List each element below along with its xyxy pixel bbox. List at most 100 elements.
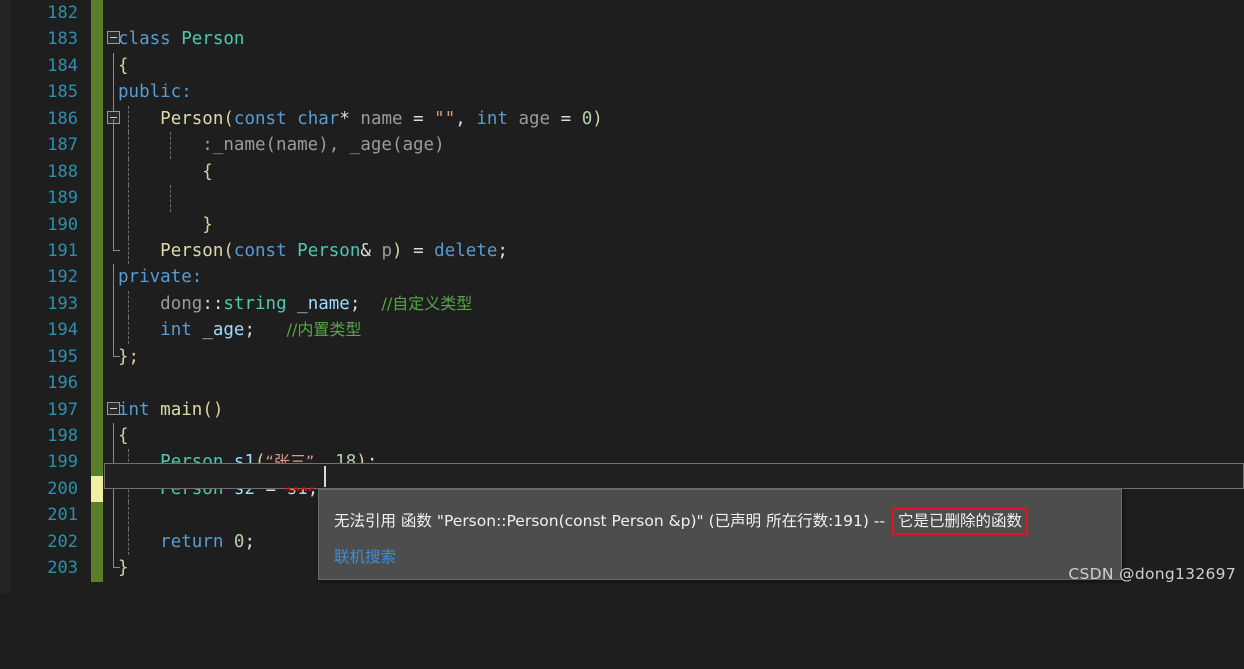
line-number: 196 xyxy=(47,373,78,394)
line-number: 188 xyxy=(47,161,78,182)
comment: //内置类型 xyxy=(286,320,362,340)
editor-line[interactable]: 197 int main() xyxy=(0,396,1244,423)
change-bar xyxy=(91,555,103,582)
line-number: 191 xyxy=(47,240,78,261)
param-p: p xyxy=(381,240,393,261)
type-string: string xyxy=(223,293,287,314)
editor-line[interactable]: 182 xyxy=(0,0,1244,27)
code-text: int main() xyxy=(118,397,223,423)
line-number: 182 xyxy=(47,3,78,23)
paren: ( xyxy=(223,240,234,261)
line-number: 200 xyxy=(47,478,78,499)
change-bar xyxy=(91,290,103,318)
change-bar xyxy=(91,79,103,106)
line-number: 192 xyxy=(47,267,78,288)
change-bar xyxy=(91,343,103,371)
code-text: class Person xyxy=(118,26,244,52)
comment: //自定义类型 xyxy=(381,293,473,313)
change-bar xyxy=(91,26,103,53)
code-text: dong::string _name; //自定义类型 xyxy=(118,291,472,317)
change-bar xyxy=(91,158,103,186)
fold-column[interactable] xyxy=(104,502,126,529)
comma: , xyxy=(455,108,477,129)
change-bar xyxy=(91,502,103,529)
variable-s1: s1 xyxy=(233,452,255,473)
editor-line[interactable]: 196 xyxy=(0,370,1244,397)
change-bar xyxy=(91,528,103,556)
outline-line xyxy=(113,211,114,238)
editor-line[interactable]: 183 class Person xyxy=(0,26,1244,53)
editor-line[interactable]: 185 public: xyxy=(0,79,1244,106)
namespace-dong: dong xyxy=(160,293,203,314)
type-person: Person xyxy=(160,478,224,499)
close-brace: } xyxy=(118,558,129,579)
outline-line xyxy=(113,475,114,503)
string-literal: “张三” xyxy=(265,452,315,472)
change-bar xyxy=(91,0,103,27)
editor-line[interactable]: 187 :_name(name), _age(age) xyxy=(0,132,1244,159)
code-text: :_name(name), _age(age) xyxy=(118,132,444,158)
editor-line[interactable]: 191 Person(const Person& p) = delete; xyxy=(0,237,1244,265)
keyword-delete: delete xyxy=(434,240,498,261)
line-number: 193 xyxy=(47,293,78,314)
editor-line[interactable]: 184 { xyxy=(0,52,1244,80)
open-brace: { xyxy=(202,161,213,182)
code-text: } xyxy=(118,555,129,581)
fold-column[interactable] xyxy=(104,185,126,212)
outline-line xyxy=(113,264,114,291)
online-search-link[interactable]: 联机搜索 xyxy=(334,545,396,567)
fold-column[interactable] xyxy=(104,0,126,26)
outline-line xyxy=(113,158,114,186)
editor-line[interactable]: 195 }; xyxy=(0,343,1244,371)
editor-line[interactable]: 190 } xyxy=(0,211,1244,238)
change-bar xyxy=(91,132,103,159)
code-text: public: xyxy=(118,79,192,105)
outline-line xyxy=(113,502,114,529)
editor-line[interactable]: 192 private: xyxy=(0,264,1244,291)
line-number: 190 xyxy=(47,214,78,235)
fold-column[interactable] xyxy=(104,370,126,396)
outline-line xyxy=(113,423,114,450)
param-age: age xyxy=(518,108,551,129)
scope-operator: :: xyxy=(202,293,224,314)
semicolon: ; xyxy=(244,320,256,341)
error-message-prefix: 无法引用 函数 "Person::Person(const Person &p)… xyxy=(334,512,886,530)
editor-line[interactable]: 193 dong::string _name; //自定义类型 xyxy=(0,290,1244,318)
editor-window: 182 183 class Person 184 { 185 public: 1… xyxy=(0,0,1244,593)
editor-line[interactable]: 198 { xyxy=(0,423,1244,450)
code-text: return 0; xyxy=(118,529,255,555)
line-number: 202 xyxy=(47,531,78,552)
text-caret xyxy=(324,466,326,487)
code-text: }; xyxy=(118,344,139,370)
member-age: _age xyxy=(202,320,245,341)
type-person: Person xyxy=(297,240,361,261)
editor-line[interactable]: 194 int _age; //内置类型 xyxy=(0,317,1244,344)
variable-s2: s2 xyxy=(233,478,255,499)
editor-line[interactable]: 188 { xyxy=(0,158,1244,186)
indent-guide xyxy=(128,502,129,529)
change-bar xyxy=(91,185,103,212)
code-text: Person(const Person& p) = delete; xyxy=(118,238,508,264)
indent-guide xyxy=(128,185,129,212)
code-text: } xyxy=(118,212,213,238)
editor-line[interactable]: 189 xyxy=(0,185,1244,212)
editor-line[interactable]: 186 Person(const char* name = "", int ag… xyxy=(0,105,1244,133)
line-number: 198 xyxy=(47,426,78,446)
keyword-return: return xyxy=(160,531,224,552)
constructor-name: Person xyxy=(160,108,224,129)
paren: ) xyxy=(392,240,403,261)
keyword-int: int xyxy=(118,399,150,420)
error-tooltip: 无法引用 函数 "Person::Person(const Person &p)… xyxy=(318,489,1122,580)
close-brace: } xyxy=(202,214,213,235)
change-bar xyxy=(91,52,103,80)
change-bar xyxy=(91,317,103,344)
watermark: CSDN @dong132697 xyxy=(1068,565,1236,583)
reference-amp: & xyxy=(360,240,371,261)
error-message: 无法引用 函数 "Person::Person(const Person &p)… xyxy=(334,508,1028,535)
paren: ) xyxy=(592,108,603,129)
editor-line[interactable]: 199 Person s1(“张三”, 18); xyxy=(0,449,1244,476)
pointer-star: * xyxy=(339,108,350,129)
outline-line xyxy=(113,185,114,212)
assign-op: = xyxy=(255,478,287,499)
line-number: 189 xyxy=(47,188,78,209)
